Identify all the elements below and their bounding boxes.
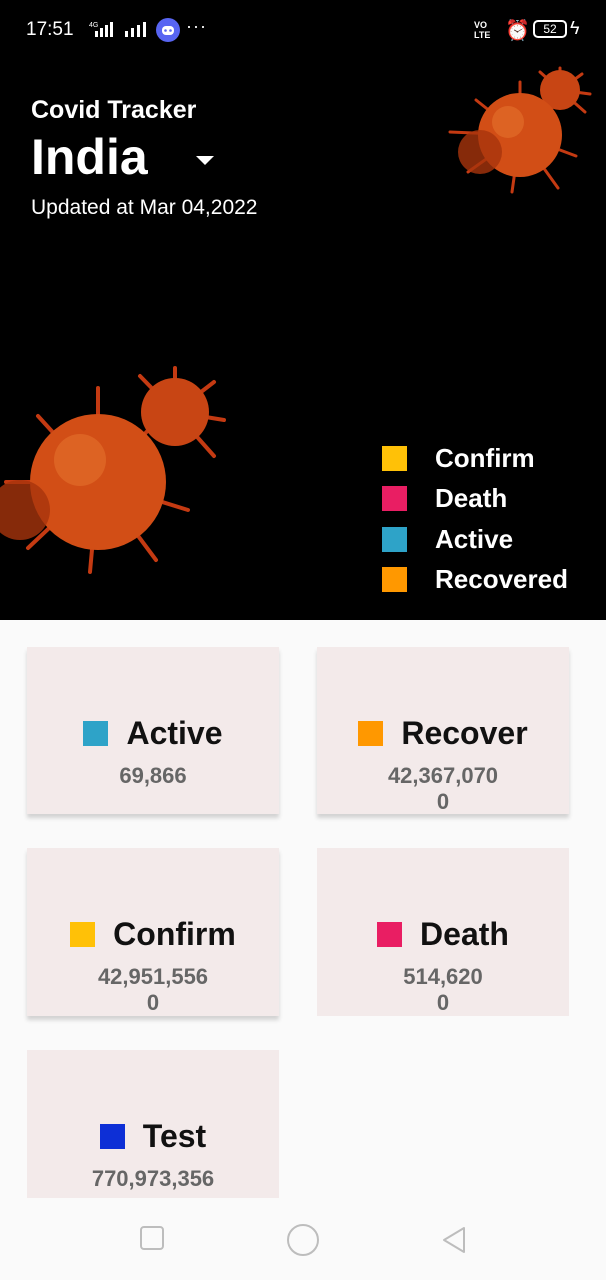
more-notifications-icon: ··· <box>186 16 207 36</box>
card-title: Confirm <box>27 916 279 953</box>
card-label: Recover <box>401 715 528 751</box>
signal-icon-sim1: 4G <box>89 22 113 37</box>
stat-card-confirm[interactable]: Confirm 42,951,556 0 <box>27 848 279 1016</box>
stat-card-active[interactable]: Active 69,866 <box>27 647 279 814</box>
updated-date: Updated at Mar 04,2022 <box>31 196 258 219</box>
volte-label-bottom: LTE <box>474 30 491 40</box>
card-title: Test <box>27 1118 279 1155</box>
signal-icon-sim2 <box>125 22 146 37</box>
legend-swatch <box>382 445 407 471</box>
legend-label: Death <box>435 483 508 514</box>
back-nav-icon[interactable] <box>440 1225 468 1255</box>
legend-swatch <box>382 486 407 512</box>
status-bar: 17:51 4G ··· VO LTE ⏰ 52 ϟ <box>0 0 606 60</box>
legend: Confirm Death Active Recovered <box>382 438 568 600</box>
card-label: Test <box>142 1118 207 1154</box>
card-title: Death <box>317 916 569 953</box>
circle-nav-icon[interactable] <box>286 1223 320 1257</box>
alarm-icon: ⏰ <box>505 20 530 42</box>
status-time: 17:51 <box>26 19 74 40</box>
battery-icon: 52 <box>533 20 567 38</box>
volte-icon: VO LTE <box>474 20 490 40</box>
network-type-label: 4G <box>89 22 98 29</box>
card-label: Confirm <box>113 916 236 952</box>
card-title: Recover <box>317 715 569 752</box>
dropdown-caret-icon[interactable] <box>196 156 214 165</box>
legend-label: Confirm <box>435 442 535 473</box>
card-swatch <box>83 721 109 746</box>
card-title: Active <box>27 715 279 752</box>
legend-item-active: Active <box>382 519 568 560</box>
card-swatch <box>377 922 403 947</box>
legend-label: Recovered <box>435 564 568 595</box>
card-value: 42,951,556 0 <box>97 964 209 1015</box>
header: Covid Tracker India Updated at Mar 04,20… <box>0 60 606 620</box>
card-value: 42,367,070 0 <box>387 763 499 814</box>
card-value: 69,866 <box>119 763 187 788</box>
card-label: Active <box>126 715 223 751</box>
legend-swatch <box>382 567 407 593</box>
stat-card-death[interactable]: Death 514,620 0 <box>317 848 569 1016</box>
system-navigation-bar <box>0 1198 606 1280</box>
legend-swatch <box>382 526 407 552</box>
charging-icon: ϟ <box>570 18 580 38</box>
stat-card-test[interactable]: Test 770,973,356 <box>27 1050 279 1198</box>
country-selector[interactable]: India <box>31 128 148 186</box>
legend-item-confirm: Confirm <box>382 438 568 479</box>
stat-card-recover[interactable]: Recover 42,367,070 0 <box>317 647 569 814</box>
card-label: Death <box>420 916 509 952</box>
volte-label-top: VO <box>474 20 488 30</box>
card-value: 514,620 0 <box>403 964 483 1015</box>
legend-label: Active <box>435 523 514 554</box>
legend-item-recovered: Recovered <box>382 560 568 601</box>
card-swatch <box>358 721 384 746</box>
app-title: Covid Tracker <box>31 96 197 124</box>
card-swatch <box>70 922 96 947</box>
legend-item-death: Death <box>382 479 568 520</box>
virus-icon <box>0 366 226 574</box>
virus-icon <box>448 66 592 194</box>
discord-icon <box>156 18 180 42</box>
square-nav-icon[interactable] <box>139 1225 165 1251</box>
card-value: 770,973,356 <box>91 1166 215 1191</box>
card-swatch <box>99 1124 125 1149</box>
